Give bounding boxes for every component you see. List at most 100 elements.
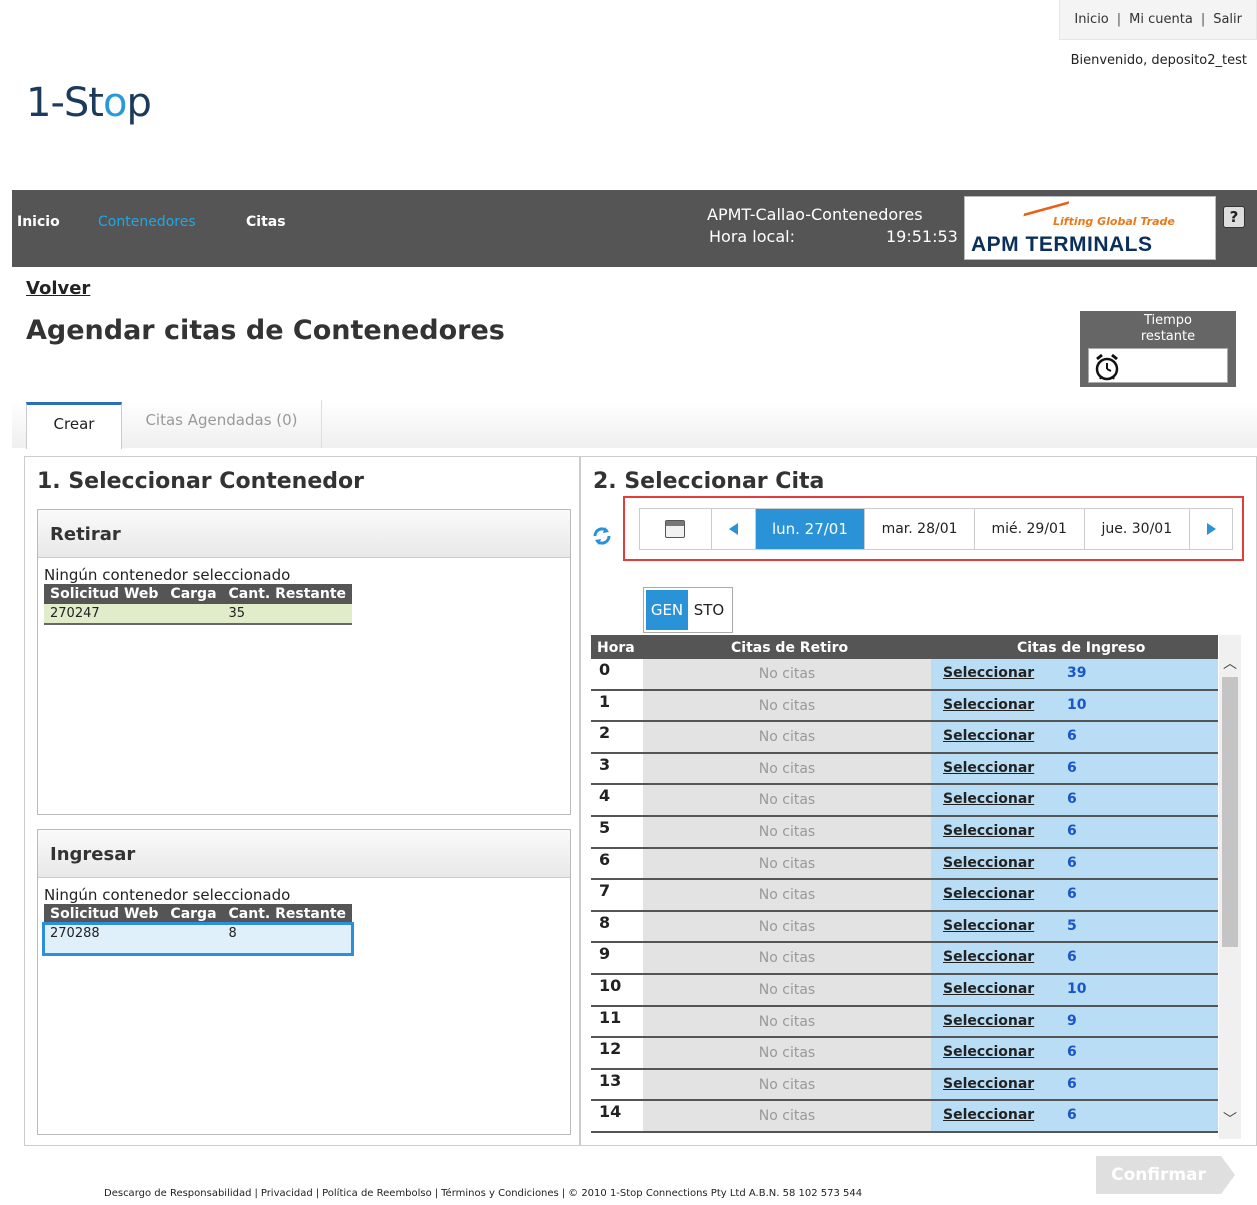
date-tab[interactable]: mar. 28/01 xyxy=(865,509,975,549)
nav-contenedores[interactable]: Contenedores xyxy=(98,214,196,230)
footer-link-disclaimer[interactable]: Descargo de Responsabilidad xyxy=(104,1188,251,1199)
hour-cell: 6 xyxy=(599,849,611,869)
ingreso-cell: Seleccionar 6 xyxy=(931,722,1218,752)
select-slot-link[interactable]: Seleccionar xyxy=(943,949,1034,965)
slot-count: 6 xyxy=(1067,1044,1077,1061)
grid-scrollbar[interactable]: ︿ ﹀ xyxy=(1219,635,1241,1139)
calendar-icon xyxy=(665,520,686,538)
terminal-name: APMT-Callao-Contenedores xyxy=(707,205,923,224)
help-icon[interactable]: ? xyxy=(1223,206,1245,228)
select-slot-link[interactable]: Seleccionar xyxy=(943,760,1034,776)
select-slot-link[interactable]: Seleccionar xyxy=(943,1107,1034,1123)
select-slot-link[interactable]: Seleccionar xyxy=(943,1013,1034,1029)
footer-link-refund[interactable]: Política de Reembolso xyxy=(322,1188,432,1199)
table-row: 10 No citas Seleccionar 10 xyxy=(591,974,1218,1007)
select-slot-link[interactable]: Seleccionar xyxy=(943,855,1034,871)
back-link[interactable]: Volver xyxy=(26,278,90,299)
date-tab[interactable]: lun. 27/01 xyxy=(755,509,866,549)
top-link-mi-cuenta[interactable]: Mi cuenta xyxy=(1129,12,1193,27)
top-link-inicio[interactable]: Inicio xyxy=(1074,12,1108,27)
select-slot-link[interactable]: Seleccionar xyxy=(943,665,1034,681)
arrow-left-icon xyxy=(728,523,738,535)
retirar-header: Retirar xyxy=(38,510,570,558)
footer-link-privacy[interactable]: Privacidad xyxy=(261,1188,313,1199)
grid-rows: 0 No citas Seleccionar 39 1 No citas Seleccion… xyxy=(591,659,1218,1133)
select-container-panel: 1. Seleccionar Contenedor Retirar Ningún… xyxy=(24,456,580,1146)
section-title-cita: 2. Seleccionar Cita xyxy=(593,469,825,494)
retiro-cell: No citas xyxy=(643,943,931,973)
refresh-icon[interactable] xyxy=(591,525,613,547)
slot-count: 5 xyxy=(1067,917,1077,934)
ingreso-cell: Seleccionar 6 xyxy=(931,848,1218,879)
retirar-box: Retirar Ningún contenedor seleccionado S… xyxy=(37,509,571,815)
ingreso-cell: Seleccionar 6 xyxy=(931,1069,1218,1100)
select-slot-link[interactable]: Seleccionar xyxy=(943,1044,1034,1060)
date-tab[interactable]: jue. 30/01 xyxy=(1085,509,1191,549)
toggle-sto[interactable]: STO xyxy=(688,590,730,630)
select-slot-link[interactable]: Seleccionar xyxy=(943,886,1034,902)
prev-date-button[interactable] xyxy=(712,509,756,549)
calendar-button[interactable] xyxy=(640,509,712,549)
slot-count: 10 xyxy=(1067,696,1087,713)
col-carga: Carga xyxy=(164,904,223,924)
select-slot-link[interactable]: Seleccionar xyxy=(943,823,1034,839)
slot-count: 6 xyxy=(1067,854,1077,871)
grid-header: Hora Citas de Retiro Citas de Ingreso xyxy=(591,635,1218,659)
date-tab[interactable]: mié. 29/01 xyxy=(975,509,1085,549)
select-slot-link[interactable]: Seleccionar xyxy=(943,981,1034,997)
footer-link-terms[interactable]: Términos y Condiciones xyxy=(441,1188,559,1199)
retiro-cell: No citas xyxy=(643,816,931,847)
toggle-gen[interactable]: GEN xyxy=(646,590,688,630)
table-row: 14 No citas Seleccionar 6 xyxy=(591,1101,1218,1133)
hour-cell: 8 xyxy=(599,912,611,932)
scroll-down-icon[interactable]: ﹀ xyxy=(1223,1113,1237,1127)
ingreso-cell: Seleccionar 5 xyxy=(931,911,1218,942)
hour-cell: 1 xyxy=(599,691,611,711)
select-slot-link[interactable]: Seleccionar xyxy=(943,1076,1034,1092)
tab-citas-agendadas[interactable]: Citas Agendadas (0) xyxy=(122,400,322,448)
table-row: 4 No citas Seleccionar 6 xyxy=(591,785,1218,817)
table-row[interactable]: 270288 8 xyxy=(41,922,355,956)
ingreso-cell: Seleccionar 10 xyxy=(931,974,1218,1005)
table-row[interactable]: 270247 35 xyxy=(44,604,353,625)
select-slot-link[interactable]: Seleccionar xyxy=(943,918,1034,934)
apm-terminals-logo: Lifting Global Trade APM TERMINALS xyxy=(964,196,1216,260)
hour-cell: 4 xyxy=(599,786,611,806)
ingreso-cell: Seleccionar 10 xyxy=(931,690,1218,721)
retiro-cell: No citas xyxy=(643,1006,931,1037)
scroll-up-icon[interactable]: ︿ xyxy=(1223,657,1237,671)
tab-crear[interactable]: Crear xyxy=(26,402,122,449)
table-row: 0 No citas Seleccionar 39 xyxy=(591,659,1218,691)
ingresar-header: Ingresar xyxy=(38,830,570,878)
select-slot-link[interactable]: Seleccionar xyxy=(943,697,1034,713)
confirm-button[interactable]: Confirmar xyxy=(1096,1156,1235,1194)
top-link-salir[interactable]: Salir xyxy=(1213,12,1242,27)
hour-cell: 7 xyxy=(599,881,611,901)
scroll-thumb[interactable] xyxy=(1222,677,1238,947)
slot-count: 6 xyxy=(1067,1107,1077,1124)
footer: Descargo de Responsabilidad | Privacidad | P… xyxy=(104,1188,863,1199)
one-stop-logo[interactable]: 1-Stop xyxy=(26,80,152,126)
col-hora: Hora xyxy=(597,640,635,656)
retiro-cell: No citas xyxy=(643,722,931,752)
local-time-label: Hora local: xyxy=(709,227,795,246)
retiro-cell: No citas xyxy=(643,785,931,815)
table-row: 7 No citas Seleccionar 6 xyxy=(591,880,1218,912)
ingreso-cell: Seleccionar 6 xyxy=(931,880,1218,910)
table-row: 3 No citas Seleccionar 6 xyxy=(591,753,1218,786)
nav-citas[interactable]: Citas xyxy=(246,214,286,230)
retiro-cell: No citas xyxy=(643,659,931,689)
table-row: 5 No citas Seleccionar 6 xyxy=(591,816,1218,849)
nav-inicio[interactable]: Inicio xyxy=(17,214,60,230)
col-solicitud-web: Solicitud Web xyxy=(44,904,165,924)
select-slot-link[interactable]: Seleccionar xyxy=(943,791,1034,807)
tab-bar: Crear Citas Agendadas (0) xyxy=(12,400,1257,449)
table-row: 11 No citas Seleccionar 9 xyxy=(591,1006,1218,1039)
col-carga: Carga xyxy=(164,584,223,604)
slot-count: 6 xyxy=(1067,886,1077,903)
section-title-contenedor: 1. Seleccionar Contenedor xyxy=(37,469,364,494)
next-date-button[interactable] xyxy=(1190,509,1232,549)
retiro-cell: No citas xyxy=(643,1038,931,1068)
retiro-cell: No citas xyxy=(643,690,931,721)
select-slot-link[interactable]: Seleccionar xyxy=(943,728,1034,744)
